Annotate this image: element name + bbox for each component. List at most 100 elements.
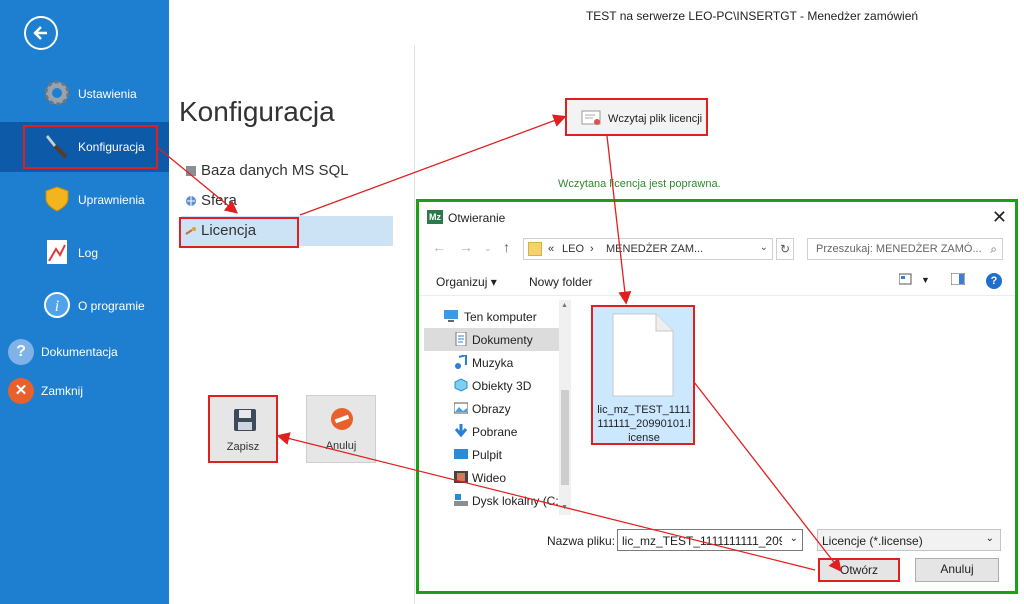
tree-item[interactable]: Obrazy: [424, 397, 564, 420]
breadcrumb-item[interactable]: LEO: [562, 243, 584, 255]
sidebar-item-documentation[interactable]: ? Dokumentacja: [0, 337, 169, 367]
cancel-button[interactable]: Anuluj: [306, 395, 376, 463]
gear-icon: [44, 80, 70, 106]
search-placeholder: Przeszukaj: MENEDŻER ZAMÓ...: [816, 243, 982, 255]
help-icon[interactable]: ?: [986, 273, 1002, 289]
chevron-down-icon[interactable]: ⌄: [484, 243, 492, 254]
file-icon: [612, 313, 674, 397]
search-input[interactable]: Przeszukaj: MENEDŻER ZAMÓ... ⌕: [807, 238, 1003, 260]
music-icon: [455, 355, 467, 369]
sidebar-item-close[interactable]: ✕ Zamknij: [0, 376, 169, 406]
svg-text:i: i: [55, 298, 59, 315]
license-status: Wczytana licencja jest poprawna.: [558, 178, 721, 190]
info-icon: i: [44, 292, 70, 318]
sidebar-item-label: Log: [78, 246, 99, 260]
open-button[interactable]: Otwórz: [818, 558, 900, 582]
tree-scrollbar[interactable]: ▲ ▼: [559, 300, 571, 515]
file-name-input[interactable]: lic_mz_TEST_1111111111_20990101 ⌄: [617, 529, 803, 551]
dialog-cancel-button[interactable]: Anuluj: [915, 558, 999, 582]
sidebar: Ustawienia Konfiguracja Uprawnienia Log …: [0, 0, 169, 604]
tree-item[interactable]: Pobrane: [424, 420, 564, 443]
view-options-icon[interactable]: [899, 273, 913, 285]
load-license-label: Wczytaj plik licencji: [608, 113, 703, 125]
tree-item[interactable]: Ten komputer: [424, 305, 564, 328]
wrench-icon: [46, 135, 68, 159]
close-icon[interactable]: ✕: [992, 207, 1007, 228]
file-type-select[interactable]: Licencje (*.license) ⌄: [817, 529, 1001, 551]
sidebar-item-log[interactable]: Log: [0, 228, 169, 278]
tree-item[interactable]: Wideo: [424, 466, 564, 489]
dialog-titlebar: Mz Otwieranie ✕: [419, 202, 1015, 232]
breadcrumb[interactable]: « LEO › MENEDŻER ZAM... ⌄: [523, 238, 773, 260]
scroll-down-icon[interactable]: ▼: [561, 504, 568, 511]
sidebar-item-settings[interactable]: Ustawienia: [0, 69, 169, 119]
breadcrumb-separator: ›: [590, 243, 594, 255]
pictures-icon: [454, 402, 468, 414]
close-icon: ✕: [8, 378, 34, 404]
chevron-down-icon[interactable]: ▼: [921, 275, 935, 287]
download-icon: [454, 424, 468, 438]
key-icon: [185, 227, 196, 235]
divider: [414, 45, 415, 604]
config-item-label: Sfera: [201, 192, 237, 209]
load-license-button[interactable]: Wczytaj plik licencji: [565, 98, 708, 136]
breadcrumb-overflow[interactable]: «: [548, 243, 554, 255]
tree-item[interactable]: Pulpit: [424, 443, 564, 466]
file-name: lic_mz_TEST_1111111111_20990101.license: [597, 404, 691, 444]
dialog-title: Otwieranie: [448, 211, 506, 225]
shield-icon: [45, 186, 69, 212]
config-item-mssql[interactable]: Baza danych MS SQL: [181, 156, 393, 186]
dialog-toolbar: Organizuj ▾ Nowy folder ▼: [419, 266, 1015, 296]
sidebar-item-configuration[interactable]: Konfiguracja: [0, 122, 169, 172]
window-title: TEST na serwerze LEO-PC\INSERTGT - Mened…: [585, 9, 919, 23]
config-item-license[interactable]: Licencja: [179, 216, 393, 248]
sidebar-item-label: Dokumentacja: [41, 345, 118, 359]
up-arrow-icon[interactable]: ↑: [503, 239, 510, 255]
new-folder-button[interactable]: Nowy folder: [529, 275, 592, 289]
organize-menu[interactable]: Organizuj ▾: [436, 275, 497, 289]
computer-icon: [444, 310, 458, 322]
config-item-label: Baza danych MS SQL: [201, 162, 349, 179]
config-item-label: Licencja: [201, 222, 257, 239]
navigation-tree: Ten komputer Dokumenty Muzyka Obiekty 3D…: [424, 299, 570, 514]
chevron-down-icon[interactable]: ⌄: [760, 242, 768, 253]
search-icon: ⌕: [990, 242, 997, 256]
forward-arrow-icon[interactable]: →: [459, 239, 473, 255]
desktop-icon: [454, 449, 468, 459]
scroll-up-icon[interactable]: ▲: [561, 302, 568, 309]
file-type-value: Licencje (*.license): [822, 534, 923, 548]
config-item-sfera[interactable]: Sfera: [181, 186, 393, 216]
sidebar-item-label: Zamknij: [41, 384, 84, 398]
open-file-dialog: Mz Otwieranie ✕ ← → ⌄ ↑ « LEO › MENEDŻER…: [416, 199, 1018, 594]
floppy-icon: [234, 409, 256, 431]
preview-pane-icon[interactable]: [951, 273, 965, 285]
sidebar-item-label: O programie: [78, 299, 145, 313]
sidebar-item-label: Ustawienia: [78, 87, 137, 101]
sidebar-item-label: Konfiguracja: [78, 140, 145, 154]
video-icon: [454, 471, 468, 483]
chevron-down-icon[interactable]: ⌄: [790, 533, 798, 544]
refresh-icon[interactable]: ↻: [776, 238, 794, 260]
back-arrow-icon[interactable]: ←: [432, 239, 446, 255]
drive-icon: [454, 494, 468, 506]
tree-item[interactable]: Dokumenty: [424, 328, 564, 351]
file-item[interactable]: lic_mz_TEST_1111111111_20990101.license: [591, 305, 695, 445]
tree-item[interactable]: Obiekty 3D: [424, 374, 564, 397]
cube-icon: [454, 378, 468, 392]
database-icon: [186, 166, 196, 176]
sidebar-item-about[interactable]: i O programie: [0, 281, 169, 331]
back-arrow-icon[interactable]: [24, 16, 58, 50]
globe-icon: [186, 196, 196, 206]
tree-item[interactable]: Dysk lokalny (C:): [424, 489, 564, 512]
certificate-icon: [581, 110, 601, 125]
scroll-thumb[interactable]: [561, 390, 569, 485]
tree-item[interactable]: Muzyka: [424, 351, 564, 374]
save-label: Zapisz: [226, 441, 260, 453]
sidebar-item-permissions[interactable]: Uprawnienia: [0, 175, 169, 225]
save-button[interactable]: Zapisz: [208, 395, 278, 463]
breadcrumb-item[interactable]: MENEDŻER ZAM...: [606, 243, 703, 255]
sidebar-item-label: Uprawnienia: [78, 193, 145, 207]
chevron-down-icon: ⌄: [985, 533, 994, 544]
file-name-label: Nazwa pliku:: [547, 534, 616, 548]
page-title: Konfiguracja: [179, 96, 335, 127]
